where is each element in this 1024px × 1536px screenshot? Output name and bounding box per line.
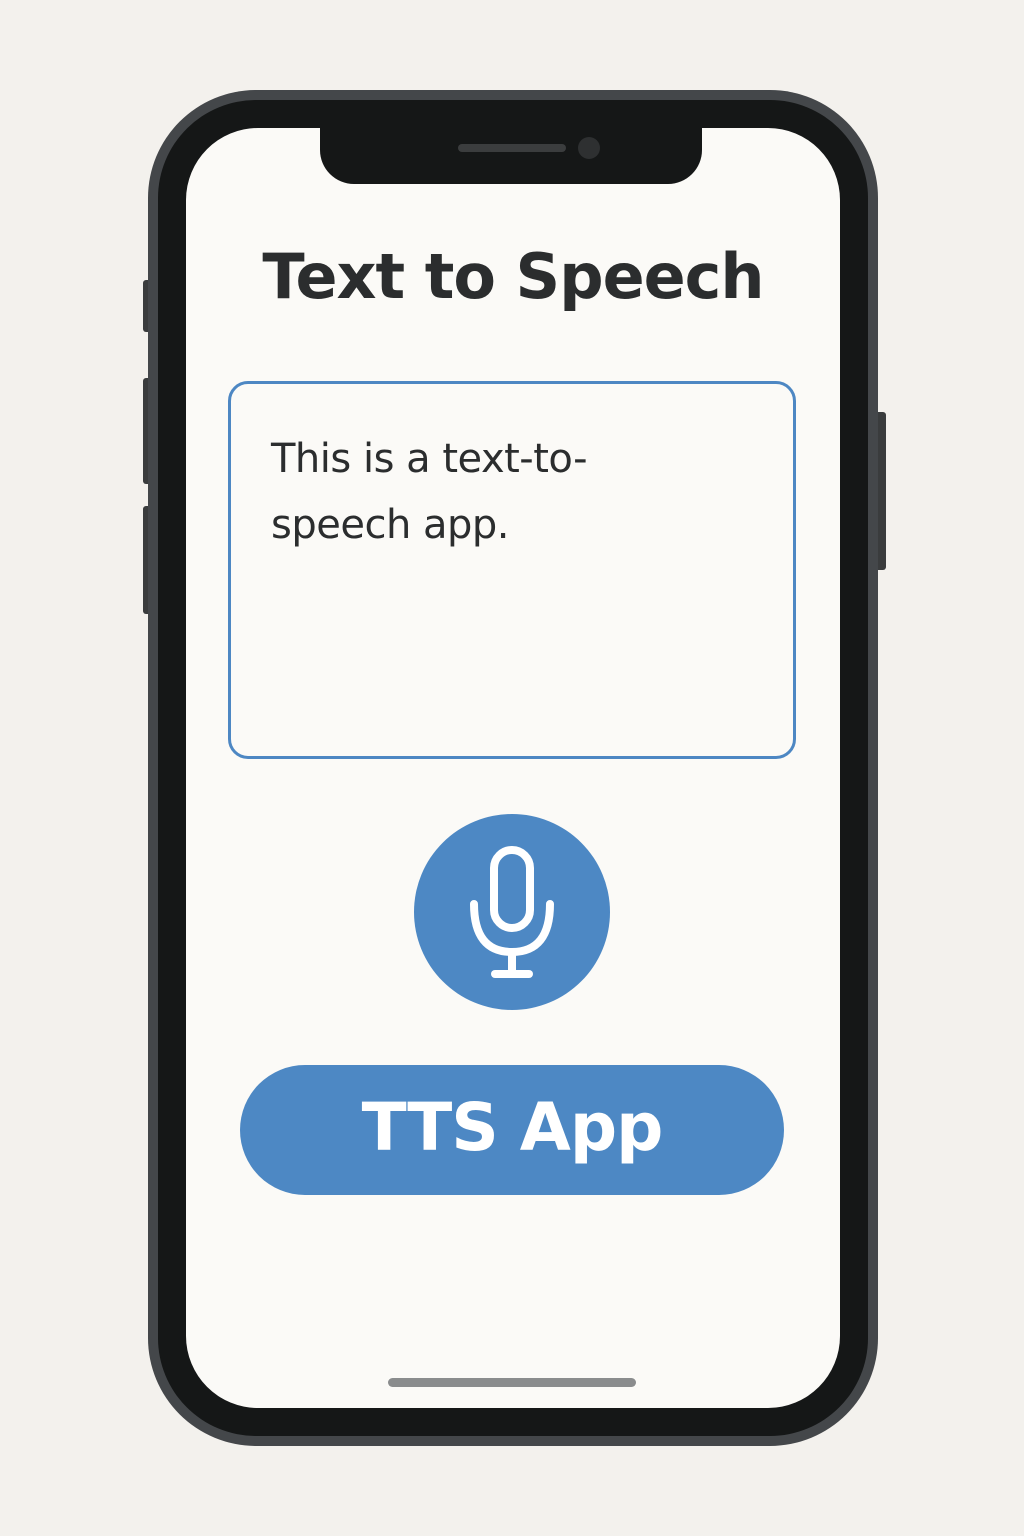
text-input-area[interactable]: This is a text-to-speech app. bbox=[228, 381, 796, 759]
home-indicator[interactable] bbox=[388, 1378, 636, 1387]
mic-button[interactable] bbox=[414, 814, 610, 1010]
canvas: Text to Speech This is a text-to-speech … bbox=[0, 0, 1024, 1536]
tts-app-button[interactable]: TTS App bbox=[240, 1065, 784, 1195]
page-title: Text to Speech bbox=[262, 240, 764, 313]
phone-screen: Text to Speech This is a text-to-speech … bbox=[186, 128, 840, 1408]
text-input-value[interactable]: This is a text-to-speech app. bbox=[271, 426, 671, 558]
notch bbox=[320, 128, 702, 184]
earpiece-speaker bbox=[458, 144, 566, 152]
front-camera bbox=[578, 137, 600, 159]
microphone-icon bbox=[470, 846, 554, 978]
